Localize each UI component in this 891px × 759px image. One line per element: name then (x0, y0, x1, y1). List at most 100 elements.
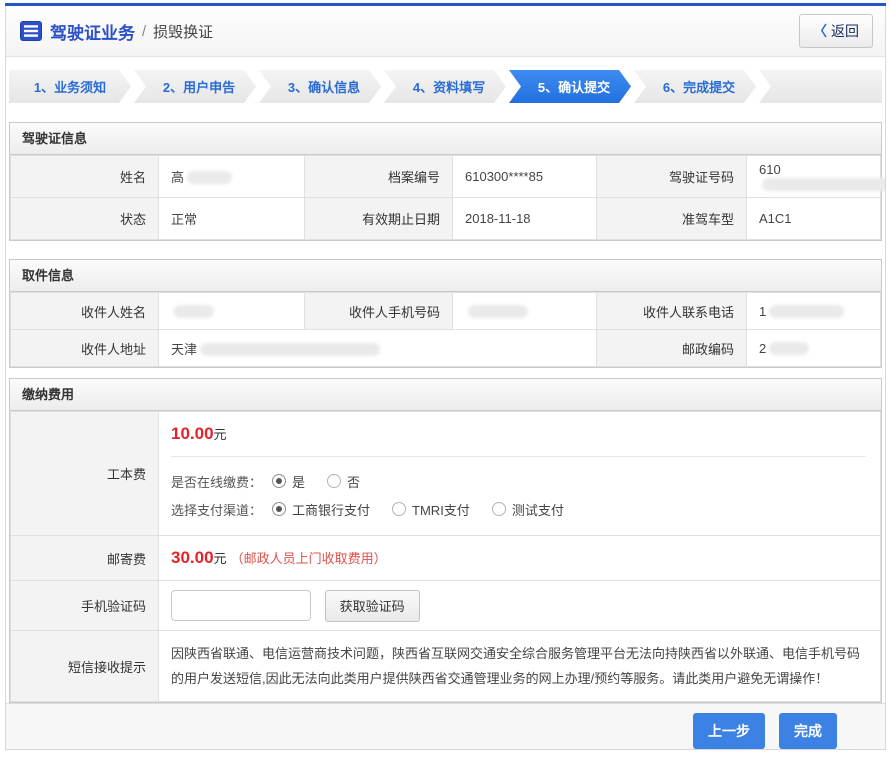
mail-fee-row: 邮寄费 30.00元 （邮政人员上门收取费用） (11, 536, 881, 581)
radio-option-yes[interactable]: 是 (272, 472, 305, 491)
production-fee-row: 工本费 10.00元 是否在线缴费： 是 否 选择支付渠道： (11, 412, 881, 536)
expiry-date-value: 2018-11-18 (453, 198, 597, 240)
redaction-blur (187, 171, 232, 184)
license-section-title: 驾驶证信息 (10, 123, 881, 155)
radio-option-tmri-label: TMRI支付 (412, 500, 470, 519)
step-bar-filler (759, 70, 882, 103)
main-content: 驾驶证信息 姓名 高 档案编号 610300****85 驾驶证号码 610 状… (6, 103, 885, 703)
captcha-row: 手机验证码 获取验证码 (11, 581, 881, 631)
license-number-value: 610 (747, 156, 881, 198)
recipient-address-value: 天津 (159, 330, 597, 367)
pickup-info-table: 收件人姓名 收件人手机号码 收件人联系电话 1 收件人地址 天津 邮政编码 2 (10, 292, 881, 367)
radio-option-icbc[interactable]: 工商银行支付 (272, 500, 370, 519)
status-value: 正常 (159, 198, 305, 240)
production-fee-label: 工本费 (11, 412, 159, 536)
expiry-date-label: 有效期止日期 (305, 198, 453, 240)
zip-code-value: 2 (747, 330, 881, 367)
mail-fee-value: 30.00元 （邮政人员上门收取费用） (159, 536, 881, 581)
table-row: 状态 正常 有效期止日期 2018-11-18 准驾车型 A1C1 (11, 198, 881, 240)
pickup-info-section: 取件信息 收件人姓名 收件人手机号码 收件人联系电话 1 收件人地址 天津 邮政… (9, 259, 882, 368)
radio-option-tmri[interactable]: TMRI支付 (392, 500, 470, 519)
step-3-confirm-info[interactable]: 3、确认信息 (259, 70, 381, 103)
radio-option-no[interactable]: 否 (327, 472, 360, 491)
chevron-left-icon: 〈 (813, 23, 827, 39)
mail-fee-amount: 30.00 (171, 548, 214, 567)
page-frame: 驾驶证业务 / 损毁换证 〈返回 1、业务须知 2、用户申告 3、确认信息 4、… (5, 6, 886, 750)
step-progress-bar: 1、业务须知 2、用户申告 3、确认信息 4、资料填写 5、确认提交 6、完成提… (9, 70, 882, 103)
redaction-blur (468, 305, 528, 318)
radio-option-yes-label: 是 (292, 472, 305, 491)
table-row: 收件人姓名 收件人手机号码 收件人联系电话 1 (11, 293, 881, 330)
license-number-label: 驾驶证号码 (597, 156, 747, 198)
step-5-confirm-submit[interactable]: 5、确认提交 (509, 70, 631, 103)
online-payment-question: 是否在线缴费： (171, 472, 262, 491)
redaction-blur (762, 178, 886, 191)
back-button[interactable]: 〈返回 (799, 14, 873, 48)
redaction-blur (769, 305, 844, 318)
production-fee-amount: 10.00 (171, 424, 214, 443)
step-2-user-declaration[interactable]: 2、用户申告 (134, 70, 256, 103)
radio-unchecked-icon[interactable] (392, 502, 406, 516)
radio-option-icbc-label: 工商银行支付 (292, 500, 370, 519)
recipient-name-value (159, 293, 305, 330)
page-header: 驾驶证业务 / 损毁换证 〈返回 (6, 6, 885, 57)
mail-fee-note: （邮政人员上门收取费用） (231, 551, 387, 566)
back-button-label: 返回 (831, 23, 859, 39)
radio-option-test-label: 测试支付 (512, 500, 564, 519)
fees-table: 工本费 10.00元 是否在线缴费： 是 否 选择支付渠道： (10, 411, 881, 702)
redaction-blur (174, 305, 214, 318)
fees-section: 缴纳费用 工本费 10.00元 是否在线缴费： 是 否 (9, 378, 882, 703)
name-label: 姓名 (11, 156, 159, 198)
recipient-address-label: 收件人地址 (11, 330, 159, 367)
fees-section-title: 缴纳费用 (10, 379, 881, 411)
license-info-section: 驾驶证信息 姓名 高 档案编号 610300****85 驾驶证号码 610 状… (9, 122, 882, 241)
get-code-button[interactable]: 获取验证码 (325, 590, 420, 622)
payment-channel-question: 选择支付渠道： (171, 500, 262, 519)
radio-checked-icon[interactable] (272, 474, 286, 488)
zip-code-label: 邮政编码 (597, 330, 747, 367)
breadcrumb-separator: / (142, 23, 146, 40)
mail-fee-unit: 元 (214, 551, 227, 566)
redaction-blur (200, 343, 380, 356)
file-number-label: 档案编号 (305, 156, 453, 198)
redaction-blur (769, 342, 809, 355)
vehicle-class-value: A1C1 (747, 198, 881, 240)
step-4-fill-data[interactable]: 4、资料填写 (384, 70, 506, 103)
recipient-phone-value: 1 (747, 293, 881, 330)
captcha-label: 手机验证码 (11, 581, 159, 631)
sms-notice-label: 短信接收提示 (11, 631, 159, 702)
step-1-business-notice[interactable]: 1、业务须知 (9, 70, 131, 103)
captcha-input[interactable] (171, 590, 311, 621)
finish-button[interactable]: 完成 (779, 713, 837, 749)
radio-checked-icon[interactable] (272, 502, 286, 516)
divider (171, 456, 866, 457)
radio-unchecked-icon[interactable] (492, 502, 506, 516)
sms-notice-row: 短信接收提示 因陕西省联通、电信运营商技术问题，陕西省互联网交通安全综合服务管理… (11, 631, 881, 702)
pickup-section-title: 取件信息 (10, 260, 881, 292)
table-row: 姓名 高 档案编号 610300****85 驾驶证号码 610 (11, 156, 881, 198)
captcha-cell: 获取验证码 (159, 581, 881, 631)
recipient-mobile-value (453, 293, 597, 330)
name-value: 高 (159, 156, 305, 198)
recipient-name-label: 收件人姓名 (11, 293, 159, 330)
breadcrumb-current: 损毁换证 (153, 21, 213, 42)
mail-fee-label: 邮寄费 (11, 536, 159, 581)
step-6-complete-submit[interactable]: 6、完成提交 (634, 70, 756, 103)
table-row: 收件人地址 天津 邮政编码 2 (11, 330, 881, 367)
production-fee-amount-line: 10.00元 (171, 424, 866, 444)
radio-unchecked-icon[interactable] (327, 474, 341, 488)
online-payment-question-line: 是否在线缴费： 是 否 (171, 467, 866, 495)
form-list-icon (20, 20, 42, 42)
production-fee-value: 10.00元 是否在线缴费： 是 否 选择支付渠道： 工商银行支付 TMRI支付 (159, 412, 881, 536)
sms-notice-text: 因陕西省联通、电信运营商技术问题，陕西省互联网交通安全综合服务管理平台无法向持陕… (159, 631, 881, 702)
file-number-value: 610300****85 (453, 156, 597, 198)
recipient-mobile-label: 收件人手机号码 (305, 293, 453, 330)
vehicle-class-label: 准驾车型 (597, 198, 747, 240)
page-title: 驾驶证业务 (50, 19, 135, 44)
production-fee-unit: 元 (214, 427, 227, 442)
previous-step-button[interactable]: 上一步 (693, 713, 765, 749)
recipient-phone-label: 收件人联系电话 (597, 293, 747, 330)
radio-option-test[interactable]: 测试支付 (492, 500, 564, 519)
status-label: 状态 (11, 198, 159, 240)
radio-option-no-label: 否 (347, 472, 360, 491)
